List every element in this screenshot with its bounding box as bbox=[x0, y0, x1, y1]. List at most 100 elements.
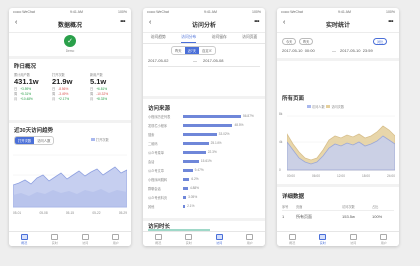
more-icon[interactable]: ••• bbox=[388, 19, 393, 25]
overview-heading: 昨日概况 bbox=[14, 64, 37, 70]
realtime-y-axis: 8k 4k 0 bbox=[279, 112, 282, 172]
tab-users[interactable]: 用户 bbox=[369, 232, 400, 246]
carrier-label: ••ooo WeChat bbox=[147, 10, 169, 14]
tab-realtime[interactable]: 实时 bbox=[40, 232, 71, 246]
page-title: 实时统计 bbox=[325, 22, 350, 29]
tab-users[interactable]: 用户 bbox=[101, 232, 132, 246]
back-icon[interactable]: ‹ bbox=[149, 19, 151, 26]
app-name[interactable]: Demo bbox=[9, 49, 131, 53]
source-label: 会话 bbox=[148, 160, 155, 164]
end-datetime[interactable]: 2017-05-10 23:59 bbox=[340, 48, 373, 53]
source-value: 25.14% bbox=[210, 141, 222, 145]
source-bar-chart: 小程序历史列表 56.87% 发现栏小程序 48.5% 搜索 33.02% 二维码 25.14… bbox=[143, 114, 265, 218]
source-bar bbox=[183, 169, 193, 172]
tab-overview[interactable]: 概况 bbox=[277, 232, 308, 246]
bottom-tab-bar: 概况 实时 访问 用户 bbox=[277, 231, 399, 246]
source-label: 二维码 bbox=[148, 142, 158, 146]
tab-realtime[interactable]: 实时 bbox=[308, 232, 339, 246]
battery-label: 100% bbox=[118, 10, 127, 14]
x-tick: 24:00 bbox=[387, 174, 395, 178]
date-start[interactable]: 2017-05-02 bbox=[148, 58, 168, 63]
clock-label: 9:41 AM bbox=[338, 10, 351, 14]
phone-screen-visit-analysis: ••ooo WeChat 9:41 AM 100% ‹ 访问分析 ••• 访问趋… bbox=[143, 8, 265, 246]
tab-overview[interactable]: 概况 bbox=[9, 232, 40, 246]
col-ratio: 占比 bbox=[372, 205, 379, 209]
realtime-legend: 访问人数 访问次数 bbox=[307, 104, 344, 109]
source-bar bbox=[183, 187, 188, 190]
tab-visits[interactable]: 访问 bbox=[70, 232, 101, 246]
source-label: 发现栏小程序 bbox=[148, 124, 168, 128]
app-logo: ✓ bbox=[64, 35, 76, 47]
table-row[interactable]: 1 所有页面 153.5w 100% bbox=[282, 214, 394, 220]
source-bar bbox=[183, 142, 209, 145]
pages-heading: 所有页面 bbox=[282, 96, 305, 102]
col-count: 访问次数 bbox=[342, 205, 355, 209]
battery-label: 100% bbox=[252, 10, 261, 14]
status-bar: ••ooo WeChat 9:41 AM 100% bbox=[9, 8, 131, 16]
tab-visit-retention[interactable]: 访问留存 bbox=[212, 33, 227, 43]
source-value: 9.47% bbox=[194, 168, 204, 172]
x-tick: 05-15 bbox=[65, 211, 75, 215]
source-label: 小程序间跳转 bbox=[148, 178, 168, 182]
date-end[interactable]: 2017-05-08 bbox=[203, 58, 223, 63]
seg-visitors[interactable]: 访问人数 bbox=[34, 137, 53, 144]
stat-card[interactable]: 打开次数 21.9w 日 -8.56% 周 -3.49% 月 +2.17% bbox=[51, 72, 89, 114]
source-value: 6.2% bbox=[191, 177, 199, 181]
tab-visit-distribution[interactable]: 访问分布 bbox=[181, 33, 197, 43]
trend-legend: 打开次数 bbox=[91, 137, 109, 142]
y-tick: 8k bbox=[279, 112, 283, 116]
source-bar bbox=[183, 133, 217, 136]
tab-visits[interactable]: 访问 bbox=[338, 232, 369, 246]
row-count: 153.5w bbox=[342, 214, 355, 219]
seg-yesterday[interactable]: 昨天 bbox=[172, 47, 185, 54]
date-separator: — bbox=[193, 58, 197, 63]
tab-visit-trend[interactable]: 访问趋势 bbox=[151, 33, 166, 43]
trend-metric-switch: 打开次数 访问人数 bbox=[14, 136, 55, 145]
source-value: 33.02% bbox=[218, 132, 230, 136]
date-separator: — bbox=[332, 48, 336, 53]
more-icon[interactable]: ••• bbox=[120, 19, 125, 25]
stat-card[interactable]: 新用户数 5.1w 日 +6.81% 周 -10.32% 月 +8.33% bbox=[89, 72, 127, 114]
pill-yesterday[interactable]: 昨天 bbox=[299, 38, 314, 45]
row-ratio: 100% bbox=[372, 214, 383, 219]
seg-custom[interactable]: 自定义 bbox=[199, 47, 215, 54]
row-page: 所有页面 bbox=[296, 214, 312, 219]
row-index: 1 bbox=[282, 214, 285, 219]
tab-realtime[interactable]: 实时 bbox=[174, 232, 205, 246]
tab-overview[interactable]: 概况 bbox=[143, 232, 174, 246]
pill-compare[interactable]: 对比 bbox=[373, 38, 388, 45]
page-title: 访问分析 bbox=[191, 22, 216, 29]
source-bar bbox=[183, 196, 187, 199]
tab-visit-pages[interactable]: 访问页面 bbox=[242, 33, 257, 43]
start-datetime[interactable]: 2017-05-10 00:00 bbox=[282, 48, 315, 53]
pill-today[interactable]: 今天 bbox=[282, 38, 297, 45]
seg-7days[interactable]: 近7天 bbox=[184, 47, 200, 54]
seg-open-count[interactable]: 打开次数 bbox=[15, 137, 35, 144]
tab-visits[interactable]: 访问 bbox=[204, 232, 235, 246]
page-title: 数据概况 bbox=[57, 22, 82, 29]
col-index: 序号 bbox=[282, 205, 289, 209]
battery-label: 100% bbox=[386, 10, 395, 14]
more-icon[interactable]: ••• bbox=[254, 19, 259, 25]
x-tick: 06:00 bbox=[312, 174, 320, 178]
stat-card[interactable]: 累计用户数 431.1w 日 +3.59% 周 +5.31% 月 +10.48% bbox=[13, 72, 51, 114]
realtime-x-axis: 00:00 06:00 12:00 18:00 24:00 bbox=[287, 174, 395, 178]
x-tick: 05-08 bbox=[39, 211, 48, 215]
stat-value: 431.1w bbox=[14, 77, 39, 86]
bottom-tab-bar: 概况 实时 访问 用户 bbox=[143, 231, 265, 246]
y-tick: 0 bbox=[279, 168, 281, 172]
clock-label: 9:41 AM bbox=[204, 10, 217, 14]
source-label: 小程序历史列表 bbox=[148, 115, 171, 119]
col-page: 页面 bbox=[296, 205, 303, 209]
source-bar bbox=[183, 151, 206, 154]
bottom-tab-bar: 概况 实时 访问 用户 bbox=[9, 231, 131, 246]
x-tick: 05-01 bbox=[13, 211, 22, 215]
back-icon[interactable]: ‹ bbox=[15, 19, 17, 26]
source-value: 56.87% bbox=[243, 114, 254, 118]
source-value: 3.05% bbox=[188, 195, 198, 199]
source-value: 48.5% bbox=[234, 123, 244, 127]
trend-area-chart bbox=[13, 154, 127, 208]
tab-users[interactable]: 用户 bbox=[235, 232, 266, 246]
analysis-tabs: 访问趋势 访问分布 访问留存 访问页面 bbox=[143, 33, 265, 44]
back-icon[interactable]: ‹ bbox=[283, 19, 285, 26]
